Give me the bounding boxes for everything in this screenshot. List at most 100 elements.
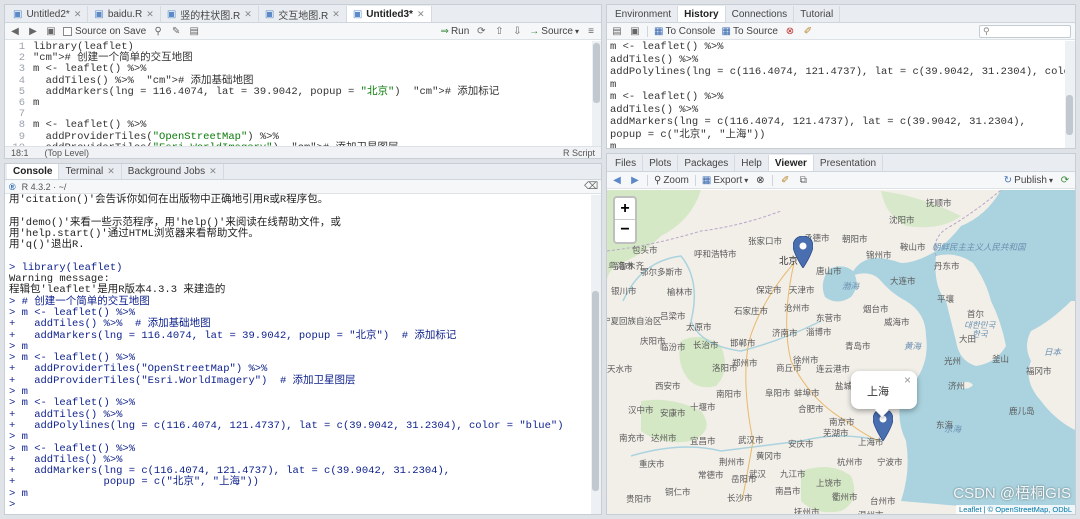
line-number: 8 — [18, 119, 25, 132]
down-icon[interactable]: ⇩ — [511, 25, 523, 37]
console-line: 用'citation()'会告诉你如何在出版物中正确地引用R或R程序包。 — [9, 194, 329, 206]
code-area[interactable]: 1 library(leaflet) 2 "cm"># 创建一个简单的交互地图 3 m <… — [5, 41, 592, 153]
popup-close-button[interactable]: × — [904, 373, 911, 387]
rerun-icon[interactable]: ⟳ — [475, 25, 487, 37]
search-icon[interactable]: ⚲ — [152, 25, 164, 37]
viewer-tab[interactable]: Presentation — [814, 155, 884, 171]
editor-tab[interactable]: ▣ Untitled3* ✕ — [346, 6, 432, 22]
r-file-icon: ▣ — [264, 8, 275, 20]
editor-tab[interactable]: ▣ 竖的柱状图.R ✕ — [161, 6, 259, 22]
close-icon[interactable]: ✕ — [107, 166, 115, 177]
save-history-icon[interactable]: ▣ — [629, 25, 641, 37]
console-tab[interactable]: Console — [7, 164, 60, 179]
history-entry[interactable]: m <- leaflet() %>% — [610, 41, 1063, 54]
back-arrow-icon[interactable]: ◀ — [611, 174, 623, 186]
history-tab[interactable]: History — [678, 6, 726, 22]
history-entry[interactable]: m <- leaflet() %>% — [610, 91, 1063, 104]
city-label: 九江市 — [780, 469, 806, 479]
history-tab[interactable]: Environment — [609, 6, 679, 22]
viewer-tab[interactable]: Help — [735, 155, 769, 171]
history-tab[interactable]: Connections — [726, 6, 795, 22]
scope-level[interactable]: (Top Level) — [45, 148, 90, 158]
history-entry[interactable]: popup = c("北京", "上海")) — [610, 129, 1063, 142]
remove-entry-icon[interactable]: ⊗ — [784, 25, 796, 37]
close-icon[interactable]: ✕ — [146, 9, 154, 20]
notebook-icon[interactable]: ▤ — [188, 25, 200, 37]
close-icon[interactable]: ✕ — [332, 9, 340, 20]
map-attribution[interactable]: Leaflet | © OpenStreetMap, ODbL — [956, 505, 1075, 514]
history-scroll-thumb[interactable] — [1066, 95, 1073, 135]
beijing-marker[interactable] — [793, 236, 813, 268]
editor-tab[interactable]: ▣ 交互地图.R ✕ — [259, 6, 347, 22]
viewer-tab[interactable]: Plots — [643, 155, 679, 171]
close-icon[interactable]: ✕ — [209, 166, 217, 177]
external-window-icon[interactable]: ⧉ — [797, 174, 809, 186]
console-scroll-thumb[interactable] — [592, 291, 599, 491]
load-history-icon[interactable]: ▤ — [611, 25, 623, 37]
r-file-icon: ▣ — [352, 8, 363, 20]
region-label: 黄海 — [904, 341, 922, 351]
save-icon[interactable]: ▣ — [45, 25, 57, 37]
clear-viewer-icon[interactable]: ⊗ — [754, 174, 766, 186]
close-icon[interactable]: ✕ — [244, 9, 252, 20]
forward-arrow-icon[interactable]: ▶ — [27, 25, 39, 37]
broom-icon[interactable]: ✐ — [779, 174, 791, 186]
close-icon[interactable]: ✕ — [417, 9, 425, 20]
r-logo-icon: ® — [9, 181, 16, 192]
run-button[interactable]: ⇒ Run — [441, 26, 470, 37]
city-label: 吕梁市 — [660, 311, 686, 321]
console-tab[interactable]: Background Jobs ✕ — [122, 164, 224, 179]
history-scrollbar[interactable] — [1065, 41, 1075, 148]
back-arrow-icon[interactable]: ◀ — [9, 25, 21, 37]
close-icon[interactable]: ✕ — [74, 9, 82, 20]
source-on-save-checkbox[interactable]: Source on Save — [63, 26, 146, 37]
forward-arrow-icon[interactable]: ▶ — [629, 174, 641, 186]
marker-popup: 上海 × — [851, 371, 917, 418]
viewer-tab[interactable]: Viewer — [768, 155, 814, 171]
console-tab[interactable]: Terminal ✕ — [59, 164, 122, 179]
history-search-input[interactable]: ⚲ — [979, 24, 1071, 38]
history-entry[interactable]: m — [610, 141, 1063, 148]
up-icon[interactable]: ⇧ — [493, 25, 505, 37]
menu-icon[interactable]: ≡ — [585, 25, 597, 37]
leaflet-map[interactable]: 北京上海市承德市朝阳市沈阳市抚顺市吉林市张家口市锦州市鞍山市丹东市唐山市大连市天… — [607, 190, 1075, 514]
history-entry[interactable]: addMarkers(lng = c(116.4074, 121.4737), … — [610, 116, 1063, 129]
broom-icon[interactable]: ✐ — [802, 25, 814, 37]
zoom-out-button[interactable]: − — [615, 220, 635, 242]
console-scrollbar[interactable] — [591, 195, 601, 514]
zoom-button[interactable]: ⚲ Zoom — [654, 175, 689, 186]
publish-button[interactable]: ↻ Publish ▾ — [1004, 175, 1053, 186]
wand-icon[interactable]: ✎ — [170, 25, 182, 37]
editor-scrollbar[interactable] — [592, 41, 601, 146]
viewer-tab[interactable]: Packages — [678, 155, 736, 171]
city-label: 济州 — [948, 381, 966, 391]
editor-tab[interactable]: ▣ baidu.R ✕ — [88, 6, 161, 22]
history-entry[interactable]: addTiles() %>% — [610, 104, 1063, 117]
city-label: 天津市 — [789, 285, 815, 295]
code-line: 6m — [5, 97, 592, 109]
to-console-button[interactable]: ▦ To Console — [654, 26, 715, 37]
console-line: + addMarkers(lng = 116.4074, lat = 39.90… — [9, 329, 457, 342]
history-list[interactable]: m <- leaflet() %>% addTiles() %>% addPolyl… — [610, 41, 1075, 148]
editor-scroll-thumb[interactable] — [593, 43, 600, 103]
history-entry[interactable]: addTiles() %>% — [610, 54, 1063, 67]
console-line: > — [9, 499, 16, 512]
zoom-in-button[interactable]: + — [615, 198, 635, 220]
console-output[interactable]: 用'citation()'会告诉你如何在出版物中正确地引用R或R程序包。 用'de… — [9, 194, 589, 512]
refresh-icon[interactable]: ⟳ — [1059, 174, 1071, 186]
clear-console-icon[interactable]: ⌫ — [584, 181, 598, 193]
to-source-button[interactable]: ▦ To Source — [721, 26, 777, 37]
r-file-icon: ▣ — [13, 8, 23, 20]
history-tab[interactable]: Tutorial — [794, 6, 841, 22]
history-entry[interactable]: m — [610, 79, 1063, 92]
source-on-save-label: Source on Save — [75, 25, 147, 37]
city-label: 南昌市 — [775, 486, 801, 496]
editor-tab[interactable]: ▣ Untitled2* ✕ — [7, 6, 89, 22]
source-button[interactable]: → Source ▾ — [529, 26, 579, 37]
viewer-tab[interactable]: Files — [609, 155, 644, 171]
file-type[interactable]: R Script — [563, 148, 595, 158]
history-entry[interactable]: addPolylines(lng = c(116.4074, 121.4737)… — [610, 66, 1075, 79]
export-button[interactable]: ▦ Export ▾ — [702, 175, 748, 186]
region-label: 朝鲜民主主义人民共和国 — [932, 242, 1026, 252]
history-pane: Environment History Connections Tutorial ▤ … — [606, 4, 1076, 149]
